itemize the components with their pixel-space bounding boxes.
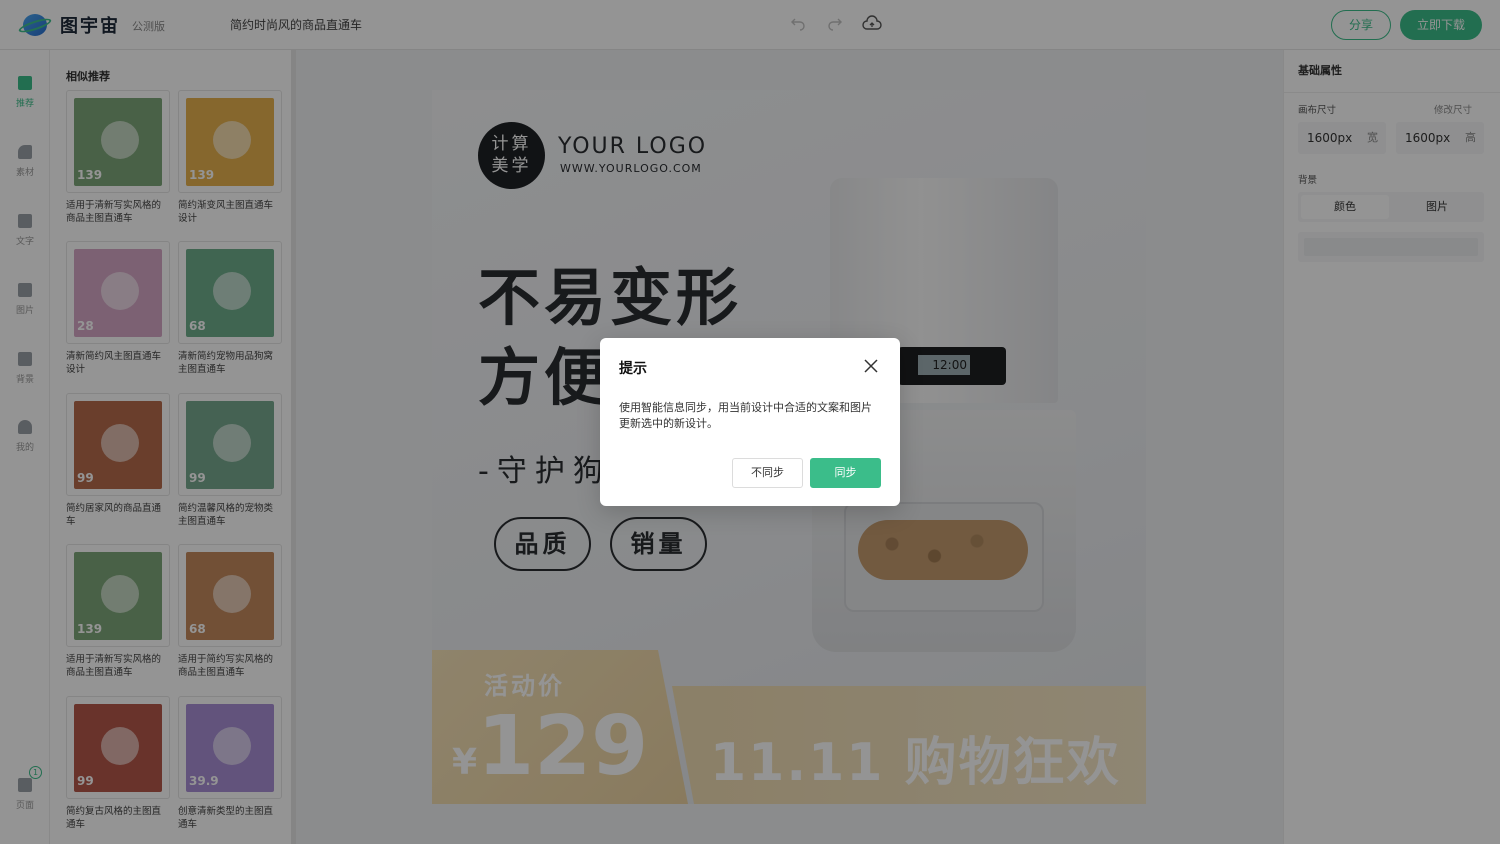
no-sync-button[interactable]: 不同步 (732, 458, 803, 488)
dialog-title: 提示 (619, 361, 647, 377)
dialog-message: 使用智能信息同步，用当前设计中合适的文案和图片更新选中的新设计。 (619, 401, 872, 430)
sync-button[interactable]: 同步 (810, 458, 881, 488)
sync-dialog: 提示 使用智能信息同步，用当前设计中合适的文案和图片更新选中的新设计。 不同步 … (600, 338, 900, 506)
close-icon[interactable] (862, 357, 880, 375)
